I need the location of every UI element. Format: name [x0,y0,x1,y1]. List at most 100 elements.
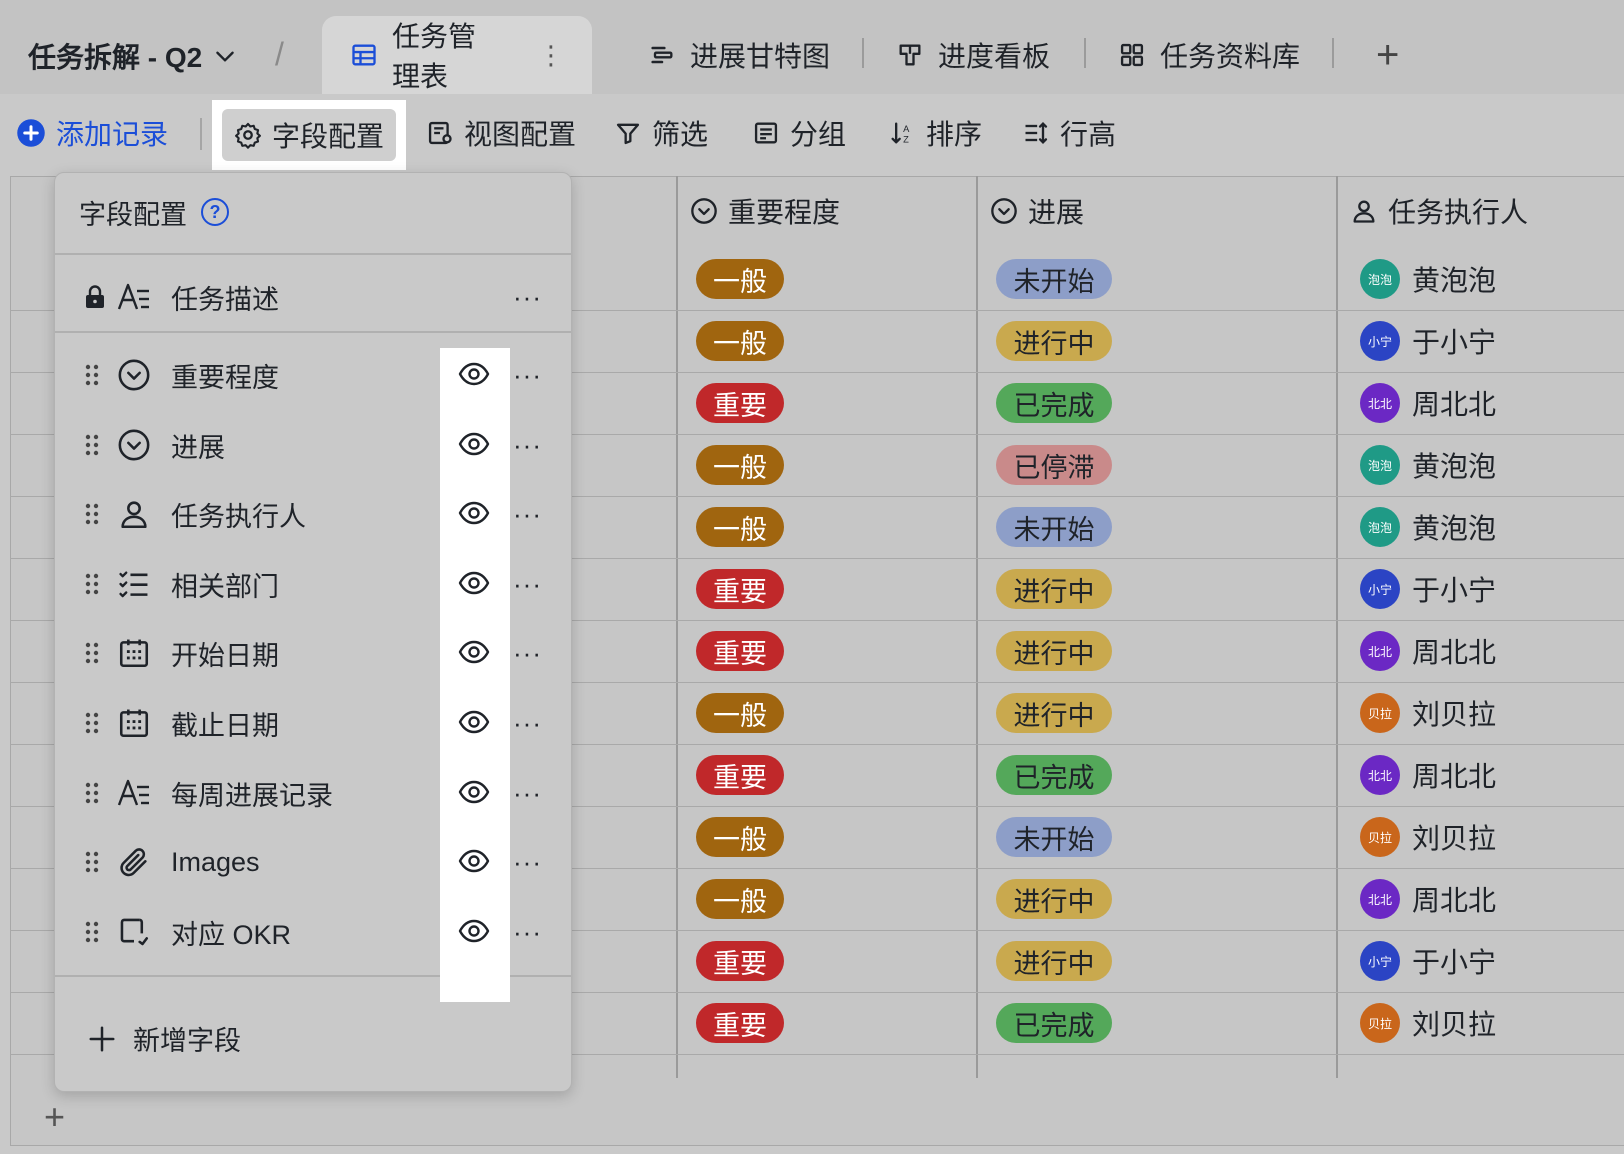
column-header-label: 重要程度 [728,197,841,228]
avatar: 泡泡 [1360,259,1400,299]
more-icon[interactable]: ··· [513,282,542,313]
assignee-cell[interactable]: 北北 周北北 [1360,753,1496,797]
assignee-cell[interactable]: 贝拉 刘贝拉 [1360,691,1496,735]
importance-tag[interactable]: 重要 [696,941,784,981]
progress-tag[interactable]: 未开始 [996,507,1112,547]
importance-tag[interactable]: 重要 [696,1003,784,1043]
more-icon[interactable]: ··· [513,430,542,461]
drag-handle-icon[interactable] [83,779,101,807]
importance-tag[interactable]: 一般 [696,879,784,919]
eye-icon[interactable] [458,431,490,457]
assignee-cell[interactable]: 贝拉 刘贝拉 [1360,815,1496,859]
add-tab-button[interactable]: + [1376,16,1399,94]
primary-field-row[interactable]: 任务描述 ··· [55,261,571,333]
assignee-cell[interactable]: 贝拉 刘贝拉 [1360,1001,1496,1045]
importance-tag[interactable]: 一般 [696,817,784,857]
group-label: 分组 [790,119,847,150]
tab-task-table[interactable]: 任务管理表 ⋮ [322,16,592,94]
attachment-icon [117,845,151,879]
progress-tag[interactable]: 已完成 [996,1003,1112,1043]
tab-more-icon[interactable]: ⋮ [538,40,564,71]
progress-tag[interactable]: 进行中 [996,569,1112,609]
more-icon[interactable]: ··· [513,708,542,739]
eye-icon[interactable] [458,500,490,526]
svg-text:Z: Z [903,134,909,144]
more-icon[interactable]: ··· [513,917,542,948]
drag-handle-icon[interactable] [83,570,101,598]
more-icon[interactable]: ··· [513,778,542,809]
drag-handle-icon[interactable] [83,361,101,389]
importance-tag[interactable]: 一般 [696,693,784,733]
drag-handle-icon[interactable] [83,848,101,876]
more-icon[interactable]: ··· [513,847,542,878]
eye-icon[interactable] [458,639,490,665]
eye-icon[interactable] [458,848,490,874]
column-header-importance[interactable]: 重要程度 [690,176,840,246]
more-icon[interactable]: ··· [513,638,542,669]
importance-tag[interactable]: 重要 [696,569,784,609]
progress-tag[interactable]: 未开始 [996,817,1112,857]
eye-icon[interactable] [458,779,490,805]
importance-tag[interactable]: 重要 [696,383,784,423]
assignee-cell[interactable]: 泡泡 黄泡泡 [1360,257,1496,301]
view-config-label: 视图配置 [464,119,577,150]
progress-tag[interactable]: 已完成 [996,755,1112,795]
single-select-icon [117,428,151,462]
importance-tag[interactable]: 一般 [696,259,784,299]
add-record-button[interactable]: 添加记录 [16,94,168,172]
filter-button[interactable]: 筛选 [614,94,708,172]
assignee-cell[interactable]: 北北 周北北 [1360,381,1496,425]
importance-tag[interactable]: 一般 [696,507,784,547]
row-height-button[interactable]: 行高 [1022,94,1116,172]
tab-gantt[interactable]: 进展甘特图 [648,16,830,94]
view-config-button[interactable]: 视图配置 [426,94,576,172]
panel-title-text: 字段配置 [79,199,187,230]
drag-handle-icon[interactable] [83,709,101,737]
progress-tag[interactable]: 进行中 [996,941,1112,981]
assignee-cell[interactable]: 北北 周北北 [1360,877,1496,921]
progress-tag[interactable]: 进行中 [996,879,1112,919]
progress-tag[interactable]: 已完成 [996,383,1112,423]
eye-icon[interactable] [458,570,490,596]
column-header-progress[interactable]: 进展 [990,176,1084,246]
importance-tag[interactable]: 重要 [696,631,784,671]
drag-handle-icon[interactable] [83,500,101,528]
column-header-label: 任务执行人 [1388,197,1529,228]
field-config-button[interactable]: 字段配置 [212,100,406,170]
avatar: 北北 [1360,879,1400,919]
group-button[interactable]: 分组 [752,94,846,172]
add-row-button[interactable]: + [44,1096,65,1138]
more-icon[interactable]: ··· [513,499,542,530]
progress-tag[interactable]: 已停滞 [996,445,1112,485]
assignee-cell[interactable]: 小宁 于小宁 [1360,567,1496,611]
eye-icon[interactable] [458,709,490,735]
new-field-button[interactable]: 新增字段 [87,1019,241,1058]
title-separator: / [275,36,284,72]
progress-tag[interactable]: 进行中 [996,321,1112,361]
assignee-cell[interactable]: 泡泡 黄泡泡 [1360,505,1496,549]
eye-icon[interactable] [458,918,490,944]
importance-tag[interactable]: 一般 [696,445,784,485]
more-icon[interactable]: ··· [513,360,542,391]
drag-handle-icon[interactable] [83,918,101,946]
importance-tag[interactable]: 一般 [696,321,784,361]
progress-tag[interactable]: 进行中 [996,693,1112,733]
tab-kanban[interactable]: 进度看板 [896,16,1050,94]
base-title[interactable]: 任务拆解 - Q2 [28,36,238,76]
assignee-cell[interactable]: 小宁 于小宁 [1360,319,1496,363]
help-icon[interactable]: ? [201,198,229,226]
progress-tag[interactable]: 进行中 [996,631,1112,671]
assignee-cell[interactable]: 北北 周北北 [1360,629,1496,673]
drag-handle-icon[interactable] [83,431,101,459]
tab-gallery[interactable]: 任务资料库 [1118,16,1300,94]
importance-tag[interactable]: 重要 [696,755,784,795]
progress-tag[interactable]: 未开始 [996,259,1112,299]
assignee-cell[interactable]: 泡泡 黄泡泡 [1360,443,1496,487]
eye-icon[interactable] [458,361,490,387]
column-header-assignee[interactable]: 任务执行人 [1350,176,1528,246]
assignee-cell[interactable]: 小宁 于小宁 [1360,939,1496,983]
drag-handle-icon[interactable] [83,639,101,667]
sort-button[interactable]: AZ 排序 [888,94,982,172]
panel-divider [55,331,571,333]
more-icon[interactable]: ··· [513,569,542,600]
